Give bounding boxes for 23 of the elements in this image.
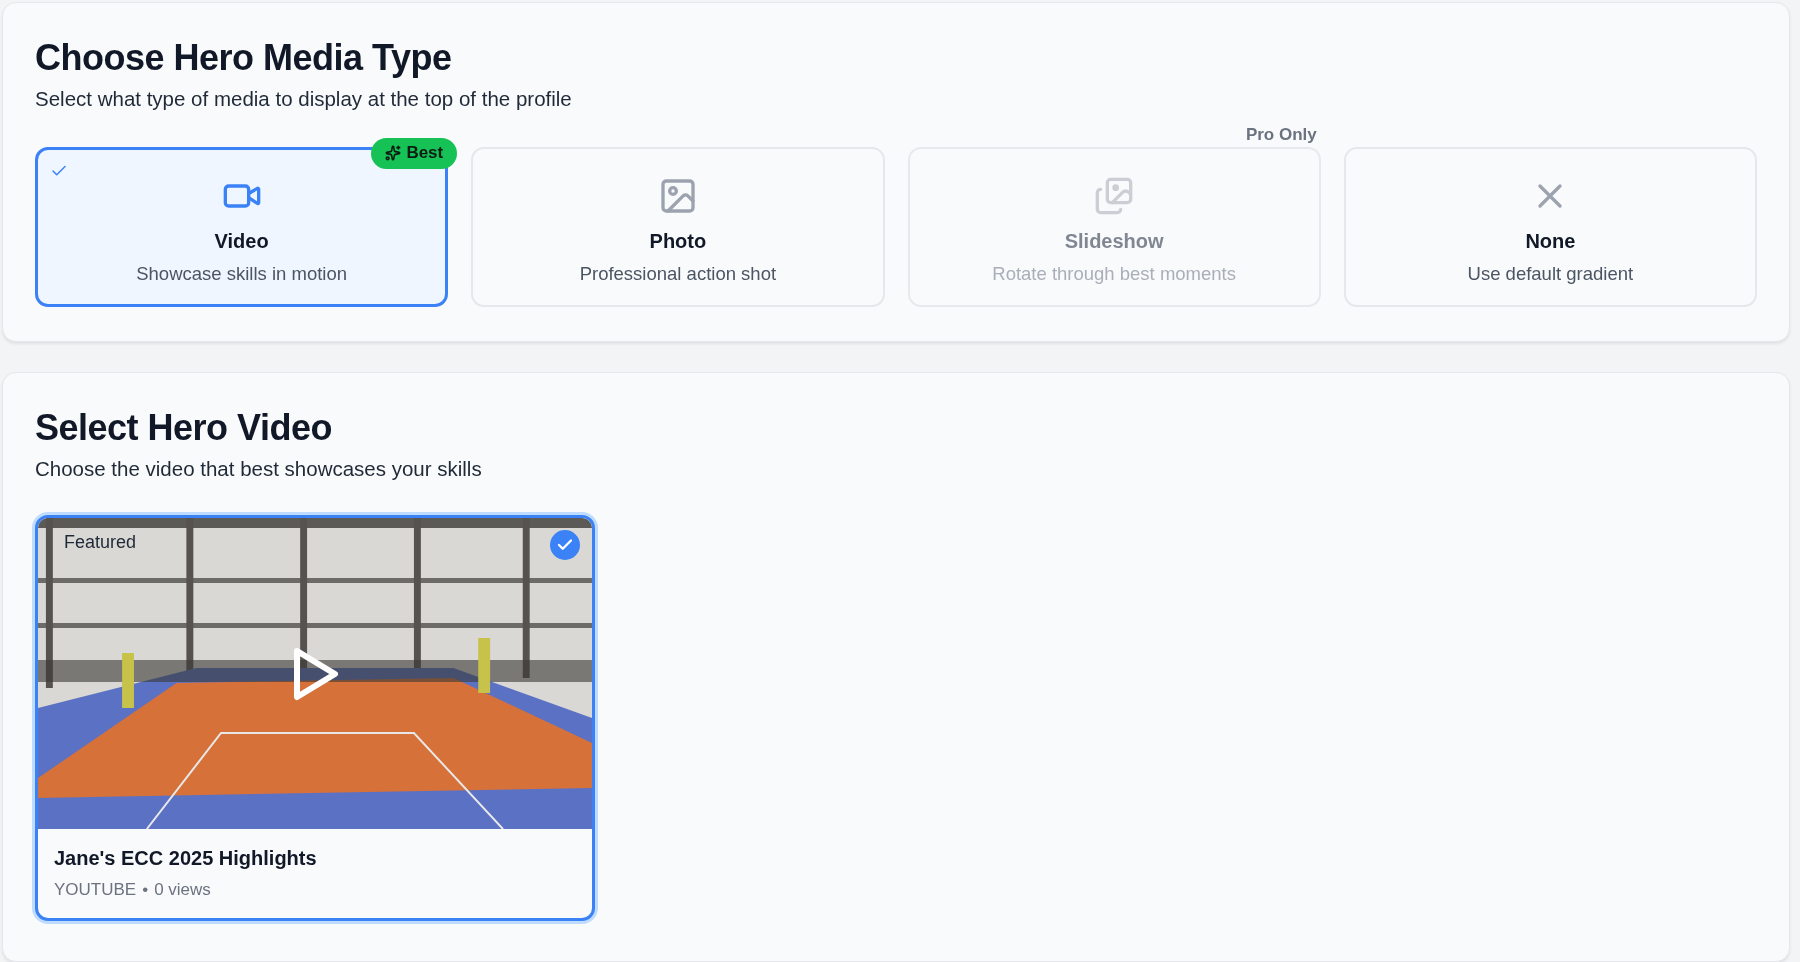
sparkles-icon: [385, 145, 402, 161]
video-source: YOUTUBE: [54, 880, 137, 900]
option-label: Video: [214, 229, 269, 253]
media-type-option[interactable]: Photo Professional action shot: [471, 147, 885, 307]
view-count: 0 views: [154, 880, 211, 900]
option-description: Professional action shot: [579, 262, 777, 285]
meta-separator: •: [142, 880, 149, 900]
video-card[interactable]: Featured Jane's ECC 2025 Highlights YOUTUBE • 0 views: [35, 515, 595, 921]
images-icon: [1094, 175, 1135, 216]
section-title: Choose Hero Media Type: [35, 37, 453, 79]
pro-label: Pro Only: [1245, 125, 1317, 145]
option-description: Rotate through best moments: [992, 262, 1236, 285]
section-title: Select Hero Video: [35, 407, 333, 449]
section-subtitle: Choose the video that best showcases your skills: [35, 457, 483, 481]
option-label: Slideshow: [1064, 229, 1164, 253]
option-description: Use default gradient: [1467, 262, 1634, 285]
section-subtitle: Select what type of media to display at the top of the profile: [35, 87, 573, 111]
video-title: Jane's ECC 2025 Highlights: [54, 847, 318, 870]
option-label: None: [1525, 229, 1576, 253]
media-type-option[interactable]: None Use default gradient: [1343, 147, 1757, 307]
featured-label: Featured: [64, 532, 137, 553]
option-label: Photo: [649, 229, 707, 253]
option-description: Showcase skills in motion: [136, 262, 347, 285]
